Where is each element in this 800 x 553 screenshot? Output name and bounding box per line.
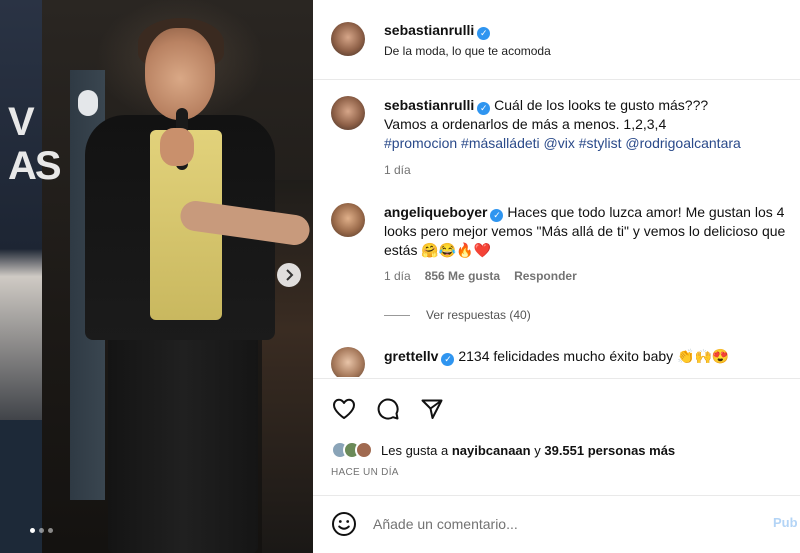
comment-icon[interactable] — [375, 396, 401, 422]
comment-text: 2134 felicidades mucho éxito baby 👏🙌😍 — [458, 348, 730, 364]
caption-username[interactable]: sebastianrulli — [384, 97, 474, 113]
comment-input[interactable] — [373, 514, 753, 534]
photo-head — [145, 28, 215, 120]
comment-time[interactable]: 1 día — [384, 269, 411, 283]
verified-badge-icon: ✓ — [477, 102, 491, 115]
instagram-post-modal: V AS sebastianrulli ✓ De la moda, lo que… — [0, 0, 800, 553]
comment-content: angeliqueboyer ✓ Haces que todo luzca amo… — [384, 203, 794, 283]
comment-likes[interactable]: 856 Me gusta — [425, 269, 500, 283]
replies-divider — [384, 314, 410, 316]
liker-avatars[interactable] — [331, 441, 373, 459]
photo-shadow — [0, 420, 42, 553]
post-details-panel: sebastianrulli ✓ De la moda, lo que te ac… — [313, 0, 800, 553]
section-divider — [313, 378, 800, 379]
comment: grettellv ✓ 2134 felicidades mucho éxito … — [331, 347, 791, 377]
add-comment-bar: Pub — [313, 495, 800, 553]
comment-content: grettellv ✓ 2134 felicidades mucho éxito … — [384, 347, 791, 366]
liker-username[interactable]: nayibcanaan — [452, 443, 531, 458]
likes-summary: Les gusta a nayibcanaan y 39.551 persona… — [331, 441, 675, 459]
caption-text: Cuál de los looks te gusto más??? — [494, 97, 709, 113]
caption: sebastianrulli ✓ Cuál de los looks te gus… — [331, 96, 791, 186]
carousel-dot — [30, 528, 35, 533]
header-username[interactable]: sebastianrulli ✓ — [384, 22, 491, 40]
publish-button[interactable]: Pub — [773, 515, 798, 530]
heart-icon[interactable] — [331, 396, 357, 422]
view-replies-label[interactable]: Ver respuestas (40) — [426, 308, 531, 322]
avatar[interactable] — [331, 22, 365, 56]
chevron-right-icon[interactable] — [277, 263, 301, 287]
carousel-dot — [48, 528, 53, 533]
background-sign-text: V AS — [8, 100, 62, 188]
post-media[interactable]: V AS — [0, 0, 313, 553]
comment-username[interactable]: grettellv — [384, 348, 438, 364]
share-icon[interactable] — [419, 396, 445, 422]
avatar — [355, 441, 373, 459]
post-timestamp[interactable]: HACE UN DÍA — [331, 467, 399, 478]
verified-badge-icon: ✓ — [477, 27, 491, 40]
photo-pants — [108, 320, 258, 553]
verified-badge-icon: ✓ — [490, 209, 504, 222]
post-actions — [331, 396, 445, 422]
comment: angeliqueboyer ✓ Haces que todo luzca amo… — [331, 203, 791, 298]
caption-text-line2: Vamos a ordenarlos de más a menos. 1,2,3… — [384, 116, 667, 132]
header-subtitle: De la moda, lo que te acomoda — [384, 44, 551, 58]
post-header: sebastianrulli ✓ De la moda, lo que te ac… — [313, 0, 800, 80]
view-replies[interactable]: Ver respuestas (40) — [384, 308, 531, 322]
likes-text: Les gusta a nayibcanaan y 39.551 persona… — [381, 442, 676, 458]
comment-username[interactable]: angeliqueboyer — [384, 204, 487, 220]
reply-button[interactable]: Responder — [514, 269, 577, 283]
avatar[interactable] — [331, 96, 365, 130]
avatar[interactable] — [331, 347, 365, 377]
comment-meta: 1 día 856 Me gusta Responder — [384, 269, 794, 283]
caption-time[interactable]: 1 día — [384, 163, 794, 177]
likes-count[interactable]: 39.551 personas más — [544, 443, 675, 458]
caption-hashtags[interactable]: #promocion #másalládeti @vix #stylist @r… — [384, 134, 794, 153]
emoji-icon[interactable] — [331, 511, 357, 537]
carousel-dot — [39, 528, 44, 533]
carousel-indicator — [30, 528, 53, 533]
caption-content: sebastianrulli ✓ Cuál de los looks te gus… — [384, 96, 794, 177]
photo-logo-shape — [78, 90, 98, 116]
photo-hand — [160, 128, 194, 166]
avatar[interactable] — [331, 203, 365, 237]
verified-badge-icon: ✓ — [441, 353, 455, 366]
